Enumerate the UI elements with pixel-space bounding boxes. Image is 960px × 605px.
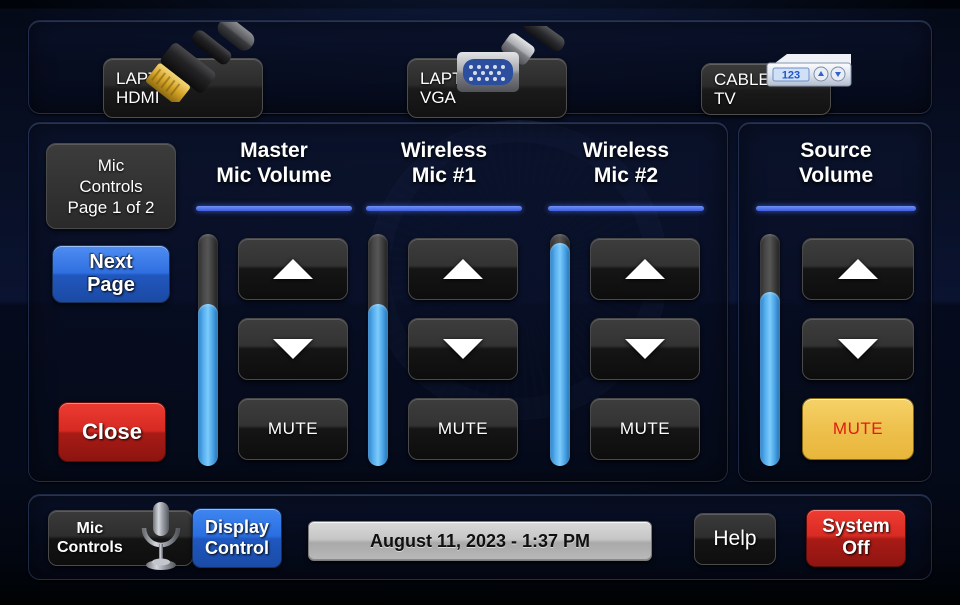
volume-slider-fill [368, 303, 388, 466]
source-button-label: LAPTOP HDMI [116, 69, 183, 107]
channel-title: Source Volume [798, 139, 874, 187]
clock-text: August 11, 2023 - 1:37 PM [369, 530, 591, 551]
mute-label: MUTE [267, 419, 319, 438]
triangle-up-icon [443, 259, 483, 279]
mute-button-source[interactable]: MUTE [802, 398, 914, 460]
next-page-label: Next Page [87, 251, 135, 296]
source-button-laptop-hdmi[interactable]: LAPTOP HDMI [103, 58, 263, 118]
channel-divider [548, 206, 704, 211]
mute-button-master-mic[interactable]: MUTE [238, 398, 348, 460]
page-indicator-label: Mic Controls Page 1 of 2 [67, 155, 155, 217]
triangle-up-icon [273, 259, 313, 279]
source-button-label: LAPTOP VGA [420, 69, 487, 107]
triangle-down-icon [838, 339, 878, 359]
close-button[interactable]: Close [58, 402, 166, 462]
next-page-button[interactable]: Next Page [52, 245, 170, 303]
volume-down-button-wireless-mic-1[interactable] [408, 318, 518, 380]
source-select-bar: LAPTOP HDMI LAPTOP VGA CABLE TV [28, 20, 932, 118]
volume-up-button-master-mic[interactable] [238, 238, 348, 300]
source-button-label: CABLE TV [714, 70, 770, 108]
volume-slider-master-mic[interactable] [198, 234, 218, 466]
channel-title: Wireless Mic #1 [400, 139, 488, 187]
triangle-down-icon [273, 339, 313, 359]
mute-label: MUTE [437, 419, 489, 438]
volume-up-button-wireless-mic-2[interactable] [590, 238, 700, 300]
volume-slider-fill [550, 243, 570, 466]
volume-slider-fill [760, 292, 780, 466]
help-button[interactable]: Help [694, 513, 776, 565]
volume-up-button-source[interactable] [802, 238, 914, 300]
volume-down-button-wireless-mic-2[interactable] [590, 318, 700, 380]
volume-slider-fill [198, 303, 218, 466]
triangle-down-icon [443, 339, 483, 359]
channel-divider [756, 206, 916, 211]
display-control-button[interactable]: Display Control [192, 508, 282, 568]
volume-slider-wireless-mic-2[interactable] [550, 234, 570, 466]
volume-slider-source[interactable] [760, 234, 780, 466]
mic-controls-page-indicator[interactable]: Mic Controls Page 1 of 2 [46, 143, 176, 229]
mute-button-wireless-mic-2[interactable]: MUTE [590, 398, 700, 460]
close-label: Close [82, 419, 142, 444]
help-label: Help [713, 527, 757, 550]
date-time-display: August 11, 2023 - 1:37 PM [308, 521, 652, 561]
channel-divider [366, 206, 522, 211]
display-control-label: Display Control [204, 517, 270, 558]
volume-slider-wireless-mic-1[interactable] [368, 234, 388, 466]
triangle-up-icon [625, 259, 665, 279]
volume-channel-wireless-mic-2: Wireless Mic #2 MUTE [542, 138, 710, 470]
volume-channel-wireless-mic-1: Wireless Mic #1 MUTE [360, 138, 528, 470]
source-button-cable-tv[interactable]: CABLE TV [701, 63, 831, 115]
system-off-label: System Off [822, 516, 890, 559]
volume-up-button-wireless-mic-1[interactable] [408, 238, 518, 300]
triangle-down-icon [625, 339, 665, 359]
source-button-laptop-vga[interactable]: LAPTOP VGA [407, 58, 567, 118]
channel-title: Master Mic Volume [216, 139, 332, 187]
volume-channel-source: Source Volume MUTE [750, 138, 922, 470]
mute-button-wireless-mic-1[interactable]: MUTE [408, 398, 518, 460]
mute-label: MUTE [832, 419, 884, 438]
channel-title: Wireless Mic #2 [582, 139, 670, 187]
mic-controls-label: Mic Controls [57, 520, 123, 556]
volume-channel-master-mic: Master Mic Volume MUTE [190, 138, 358, 470]
triangle-up-icon [838, 259, 878, 279]
mic-controls-button[interactable]: Mic Controls [48, 510, 193, 566]
system-off-button[interactable]: System Off [806, 509, 906, 567]
channel-divider [196, 206, 352, 211]
mute-label: MUTE [619, 419, 671, 438]
touch-panel-screen: LAPTOP HDMI LAPTOP VGA CABLE TV 123 Mic … [0, 0, 960, 605]
volume-down-button-master-mic[interactable] [238, 318, 348, 380]
volume-down-button-source[interactable] [802, 318, 914, 380]
